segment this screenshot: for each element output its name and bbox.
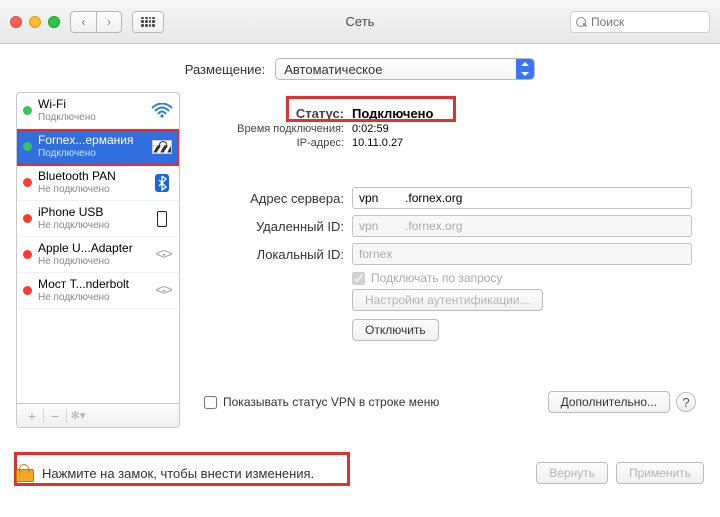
connect-on-demand-row: Подключать по запросу: [352, 271, 696, 285]
forward-button[interactable]: ›: [96, 11, 122, 33]
sidebar-item-wifi[interactable]: Wi-Fi Подключено: [17, 93, 179, 129]
conn-status: Не подключено: [38, 184, 145, 195]
conn-status: Не подключено: [38, 292, 145, 303]
phone-icon: [151, 210, 173, 228]
auth-settings-button[interactable]: Настройки аутентификации...: [352, 289, 543, 311]
wifi-icon: [151, 102, 173, 120]
conn-status: Не подключено: [38, 256, 145, 267]
disconnect-button[interactable]: Отключить: [352, 319, 439, 341]
show-all-button[interactable]: [132, 11, 164, 33]
status-dot-icon: [23, 106, 32, 115]
window-controls: [10, 16, 60, 28]
chevron-updown-icon: [516, 59, 534, 79]
conn-status: Подключено: [38, 112, 145, 123]
grid-icon: [141, 17, 155, 27]
gear-button[interactable]: ✻▾: [67, 407, 89, 425]
apply-button[interactable]: Применить: [616, 462, 704, 484]
conn-name: Мост T...nderbolt: [38, 278, 145, 291]
status-dot-icon: [23, 142, 32, 151]
location-label: Размещение:: [185, 62, 266, 77]
remove-connection-button[interactable]: −: [44, 407, 66, 425]
status-dot-icon: [23, 214, 32, 223]
location-value: Автоматическое: [284, 62, 382, 77]
conn-name: iPhone USB: [38, 206, 145, 219]
local-row: Локальный ID:: [204, 243, 696, 265]
conn-status: Не подключено: [38, 220, 145, 231]
server-label: Адрес сервера:: [204, 191, 344, 206]
advanced-button[interactable]: Дополнительно...: [548, 391, 670, 413]
help-button[interactable]: ?: [676, 392, 696, 412]
ethernet-icon: <··>: [151, 246, 173, 264]
status-dot-icon: [23, 286, 32, 295]
conn-name: Bluetooth PAN: [38, 170, 145, 183]
thunderbolt-icon: <··>: [151, 282, 173, 300]
status-dot-icon: [23, 178, 32, 187]
back-button[interactable]: ‹: [70, 11, 96, 33]
sidebar-item-iphone[interactable]: iPhone USB Не подключено: [17, 201, 179, 237]
status-label: Статус:: [204, 106, 344, 121]
conn-status: Подключено: [38, 148, 145, 159]
titlebar: ‹ › Сеть: [0, 0, 720, 44]
nav-buttons: ‹ ›: [70, 11, 122, 33]
show-vpn-status-label: Показывать статус VPN в строке меню: [223, 395, 439, 409]
lock-icon: [16, 464, 32, 482]
remote-id-label: Удаленный ID:: [204, 219, 344, 234]
time-label: Время подключения:: [204, 123, 344, 135]
bluetooth-icon: [151, 174, 173, 192]
sidebar-item-bluetooth[interactable]: Bluetooth PAN Не подключено: [17, 165, 179, 201]
main-split: Wi-Fi Подключено Fornex...ермания Подклю…: [0, 92, 720, 428]
local-id-label: Локальный ID:: [204, 247, 344, 262]
lock-row[interactable]: Нажмите на замок, чтобы внести изменения…: [16, 464, 314, 482]
window-title: Сеть: [346, 14, 375, 29]
location-select[interactable]: Автоматическое: [275, 58, 535, 80]
conn-name: Wi-Fi: [38, 98, 145, 111]
search-field-wrap: [570, 11, 710, 33]
close-icon[interactable]: [10, 16, 22, 28]
minimize-icon[interactable]: [29, 16, 41, 28]
remote-id-input[interactable]: [352, 215, 692, 237]
connections-list: Wi-Fi Подключено Fornex...ермания Подклю…: [16, 92, 180, 404]
zoom-icon[interactable]: [48, 16, 60, 28]
status-row: Статус: Подключено: [204, 106, 696, 121]
sidebar-item-thunderbolt[interactable]: Мост T...nderbolt Не подключено <··>: [17, 273, 179, 309]
detail-bottom-row: Показывать статус VPN в строке меню Допо…: [204, 391, 696, 413]
ip-row: IP-адрес: 10.11.0.27: [204, 137, 696, 149]
conn-name: Apple U...Adapter: [38, 242, 145, 255]
footer: Нажмите на замок, чтобы внести изменения…: [0, 444, 720, 502]
lock-icon: [151, 138, 173, 156]
ip-label: IP-адрес:: [204, 137, 344, 149]
connect-on-demand-checkbox[interactable]: [352, 272, 365, 285]
time-row: Время подключения: 0:02:59: [204, 123, 696, 135]
sidebar-actions: + − ✻▾: [16, 404, 180, 428]
revert-button[interactable]: Вернуть: [536, 462, 608, 484]
show-vpn-status-checkbox[interactable]: [204, 396, 217, 409]
sidebar-item-adapter[interactable]: Apple U...Adapter Не подключено <··>: [17, 237, 179, 273]
local-id-input[interactable]: [352, 243, 692, 265]
location-row: Размещение: Автоматическое: [0, 44, 720, 92]
sidebar-column: Wi-Fi Подключено Fornex...ермания Подклю…: [16, 92, 180, 428]
time-value: 0:02:59: [352, 123, 389, 135]
search-input[interactable]: [570, 11, 710, 33]
status-value: Подключено: [352, 106, 433, 121]
detail-pane: Статус: Подключено Время подключения: 0:…: [192, 92, 704, 428]
connect-on-demand-label: Подключать по запросу: [371, 271, 502, 285]
lock-text: Нажмите на замок, чтобы внести изменения…: [42, 466, 314, 481]
server-row: Адрес сервера:: [204, 187, 696, 209]
status-dot-icon: [23, 250, 32, 259]
server-input[interactable]: [352, 187, 692, 209]
sidebar-item-vpn[interactable]: Fornex...ермания Подключено: [17, 129, 179, 165]
remote-row: Удаленный ID:: [204, 215, 696, 237]
add-connection-button[interactable]: +: [21, 407, 43, 425]
conn-name: Fornex...ермания: [38, 134, 145, 147]
ip-value: 10.11.0.27: [352, 137, 403, 149]
